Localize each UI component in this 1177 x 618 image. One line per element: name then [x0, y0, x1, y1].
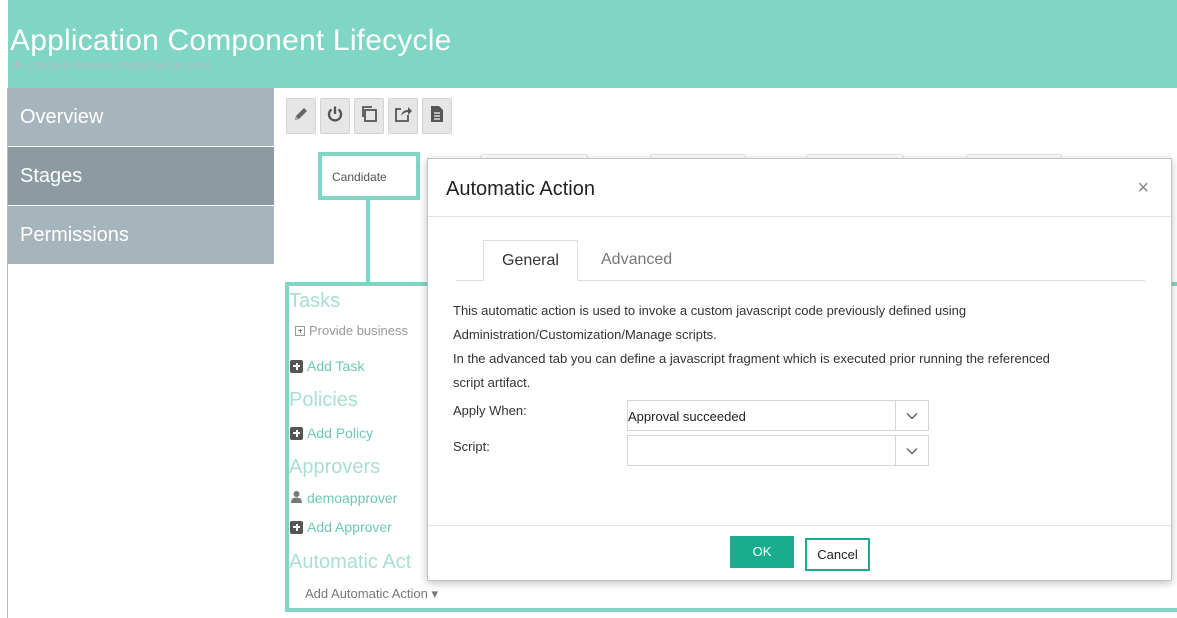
dialog-description: This automatic action is used to invoke …: [453, 299, 1143, 395]
apply-when-value: Approval succeeded: [628, 409, 746, 424]
add-task-label: Add Task: [307, 358, 365, 374]
sidebar-item-stages[interactable]: Stages: [8, 147, 274, 205]
toolbar: [286, 98, 452, 134]
add-automatic-action-dropdown[interactable]: Add Automatic Action ▾: [305, 586, 438, 602]
document-button[interactable]: [422, 98, 452, 134]
automatic-action-dialog: Automatic Action × General Advanced This…: [427, 158, 1172, 581]
dialog-title: Automatic Action: [446, 178, 595, 200]
edit-button[interactable]: [286, 98, 316, 134]
divider: [428, 216, 1171, 217]
tab-general[interactable]: General: [483, 240, 578, 281]
apply-when-select[interactable]: Approval succeeded: [627, 400, 929, 431]
stage-candidate[interactable]: Candidate: [318, 152, 420, 200]
ok-button[interactable]: OK: [730, 536, 794, 568]
export-icon: [393, 104, 413, 129]
description-line: In the advanced tab you can define a jav…: [453, 351, 1050, 366]
lifecycle-status: Lifecycle Process, Published (In Use): [12, 58, 210, 73]
copy-icon: [359, 104, 379, 129]
user-icon: [290, 490, 303, 506]
stage-connector: [366, 200, 370, 284]
copy-button[interactable]: [354, 98, 384, 134]
lifecycle-status-text: Lifecycle Process, Published (In Use): [28, 59, 211, 72]
dialog-tabs: General Advanced: [456, 240, 1145, 281]
add-policy-label: Add Policy: [307, 425, 374, 441]
plus-icon: [290, 520, 303, 534]
cancel-button[interactable]: Cancel: [805, 538, 870, 571]
plus-icon: [290, 426, 303, 440]
add-policy-link[interactable]: Add Policy: [290, 425, 373, 441]
pencil-icon: [291, 104, 311, 129]
chevron-down-icon[interactable]: [895, 436, 928, 465]
power-icon: [325, 104, 345, 129]
script-select[interactable]: [627, 435, 929, 466]
add-task-link[interactable]: Add Task: [290, 358, 364, 374]
page-title: Application Component Lifecycle: [10, 24, 452, 57]
add-approver-label: Add Approver: [307, 519, 392, 535]
app-header: Application Component Lifecycle Lifecycl…: [8, 0, 1177, 88]
sidebar-item-permissions[interactable]: Permissions: [8, 206, 274, 264]
apply-when-label: Apply When:: [453, 403, 527, 418]
add-approver-link[interactable]: Add Approver: [290, 519, 392, 535]
description-line: script artifact.: [453, 375, 531, 390]
document-icon: [427, 104, 447, 129]
chevron-down-icon[interactable]: [895, 401, 928, 430]
tab-advanced[interactable]: Advanced: [601, 240, 672, 281]
divider: [428, 525, 1171, 526]
export-button[interactable]: [388, 98, 418, 134]
task-item-label: Provide business: [309, 323, 408, 338]
wrench-icon: [12, 58, 26, 73]
automatic-actions-heading: Automatic Act: [289, 551, 412, 573]
description-line: This automatic action is used to invoke …: [453, 303, 967, 318]
approvers-heading: Approvers: [289, 456, 381, 478]
policies-heading: Policies: [289, 389, 358, 411]
tasks-heading: Tasks: [289, 290, 341, 312]
expand-icon[interactable]: [295, 325, 305, 336]
script-label: Script:: [453, 439, 490, 454]
power-button[interactable]: [320, 98, 350, 134]
approver-name: demoapprover: [307, 490, 398, 506]
sidebar: Overview Stages Permissions: [8, 88, 274, 265]
close-icon[interactable]: ×: [1137, 177, 1149, 200]
plus-icon: [290, 359, 303, 373]
task-item[interactable]: Provide business: [295, 323, 408, 338]
description-line: Administration/Customization/Manage scri…: [453, 327, 717, 342]
sidebar-item-overview[interactable]: Overview: [8, 88, 274, 146]
stage-name: Candidate: [332, 170, 387, 184]
approver-item[interactable]: demoapprover: [290, 490, 397, 506]
